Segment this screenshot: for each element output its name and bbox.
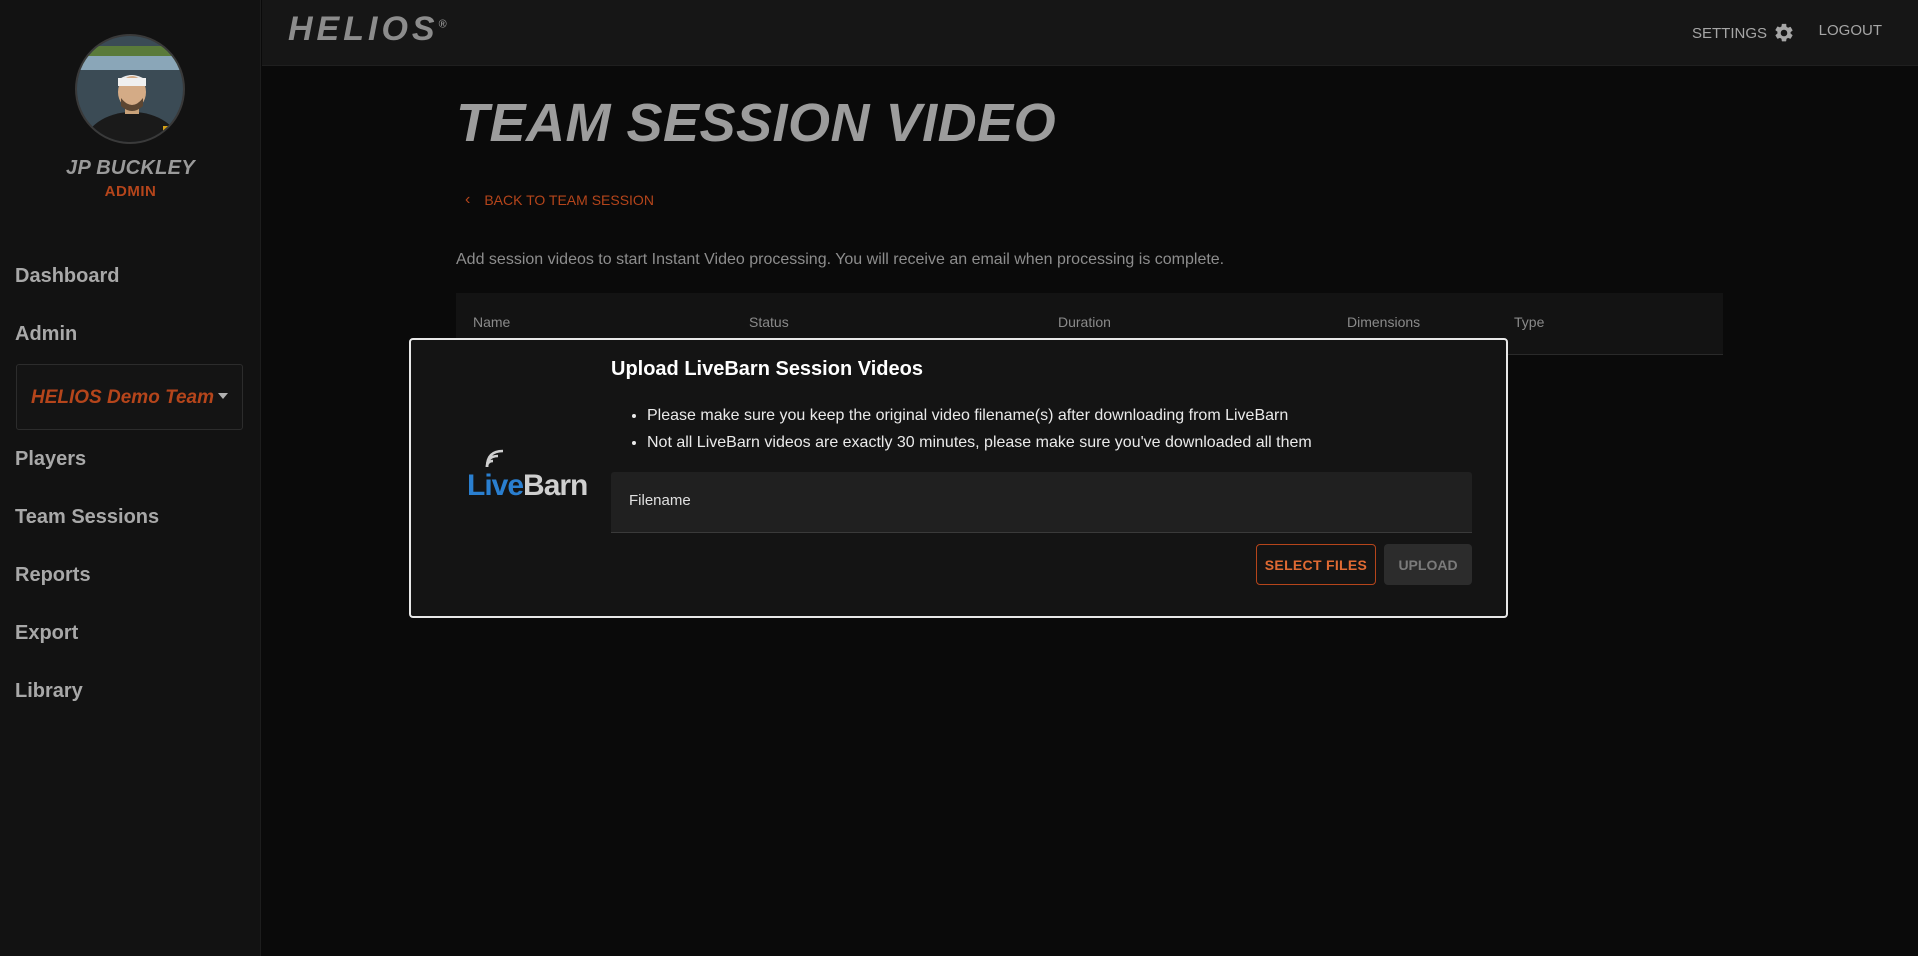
sidebar-item-library[interactable]: Library <box>15 680 83 703</box>
settings-label: SETTINGS <box>1691 24 1767 42</box>
back-link-label: BACK TO TEAM SESSION <box>484 192 654 208</box>
team-select-value: HELIOS Demo Team <box>31 387 215 408</box>
livebarn-logo: LiveBarn <box>467 449 597 505</box>
settings-link[interactable]: SETTINGS <box>1692 22 1795 44</box>
signal-icon <box>485 449 504 468</box>
filename-field[interactable]: Filename <box>611 472 1472 533</box>
sidebar-item-team-sessions[interactable]: Team Sessions <box>15 506 159 529</box>
upload-livebarn-modal: LiveBarn Upload LiveBarn Session Videos … <box>409 338 1508 618</box>
select-files-button[interactable]: SELECT FILES <box>1256 544 1376 585</box>
column-header-status[interactable]: Status <box>749 314 789 330</box>
column-header-duration[interactable]: Duration <box>1058 314 1111 330</box>
sidebar-item-dashboard[interactable]: Dashboard <box>15 265 119 288</box>
gear-icon <box>1775 23 1793 42</box>
column-header-dimensions[interactable]: Dimensions <box>1347 314 1420 330</box>
registered-mark: ® <box>438 18 447 31</box>
list-item: Not all LiveBarn videos are exactly 30 m… <box>647 429 1312 456</box>
caret-down-icon <box>218 393 228 399</box>
column-header-name[interactable]: Name <box>473 314 510 330</box>
user-role: ADMIN <box>104 183 157 200</box>
page-title: TEAM SESSION VIDEO <box>456 93 1057 153</box>
list-item: Please make sure you keep the original v… <box>647 402 1312 429</box>
helios-logo[interactable]: HELIOS® <box>288 10 447 49</box>
team-select[interactable]: HELIOS Demo Team <box>16 364 243 430</box>
sidebar-item-export[interactable]: Export <box>15 622 78 645</box>
user-name: JP BUCKLEY <box>66 157 195 179</box>
intro-text: Add session videos to start Instant Vide… <box>456 251 1225 268</box>
column-header-type[interactable]: Type <box>1514 314 1544 330</box>
logout-link[interactable]: LOGOUT <box>1819 22 1882 39</box>
back-to-team-session-link[interactable]: ‹ BACK TO TEAM SESSION <box>465 191 654 209</box>
modal-title: Upload LiveBarn Session Videos <box>611 358 923 380</box>
chevron-left-icon: ‹ <box>465 191 471 208</box>
sidebar-item-players[interactable]: Players <box>15 448 86 471</box>
top-bar: HELIOS® SETTINGS LOGOUT <box>262 0 1918 66</box>
avatar[interactable] <box>75 34 185 144</box>
sidebar: JP BUCKLEY ADMIN Dashboard Admin HELIOS … <box>0 0 261 956</box>
logo-text: HELIOS <box>288 10 439 48</box>
sidebar-item-admin[interactable]: Admin <box>15 323 77 346</box>
instructions-list: Please make sure you keep the original v… <box>647 402 1312 456</box>
livebarn-wordmark: LiveBarn <box>467 469 588 502</box>
sidebar-item-reports[interactable]: Reports <box>15 564 91 587</box>
upload-button[interactable]: UPLOAD <box>1384 544 1472 585</box>
